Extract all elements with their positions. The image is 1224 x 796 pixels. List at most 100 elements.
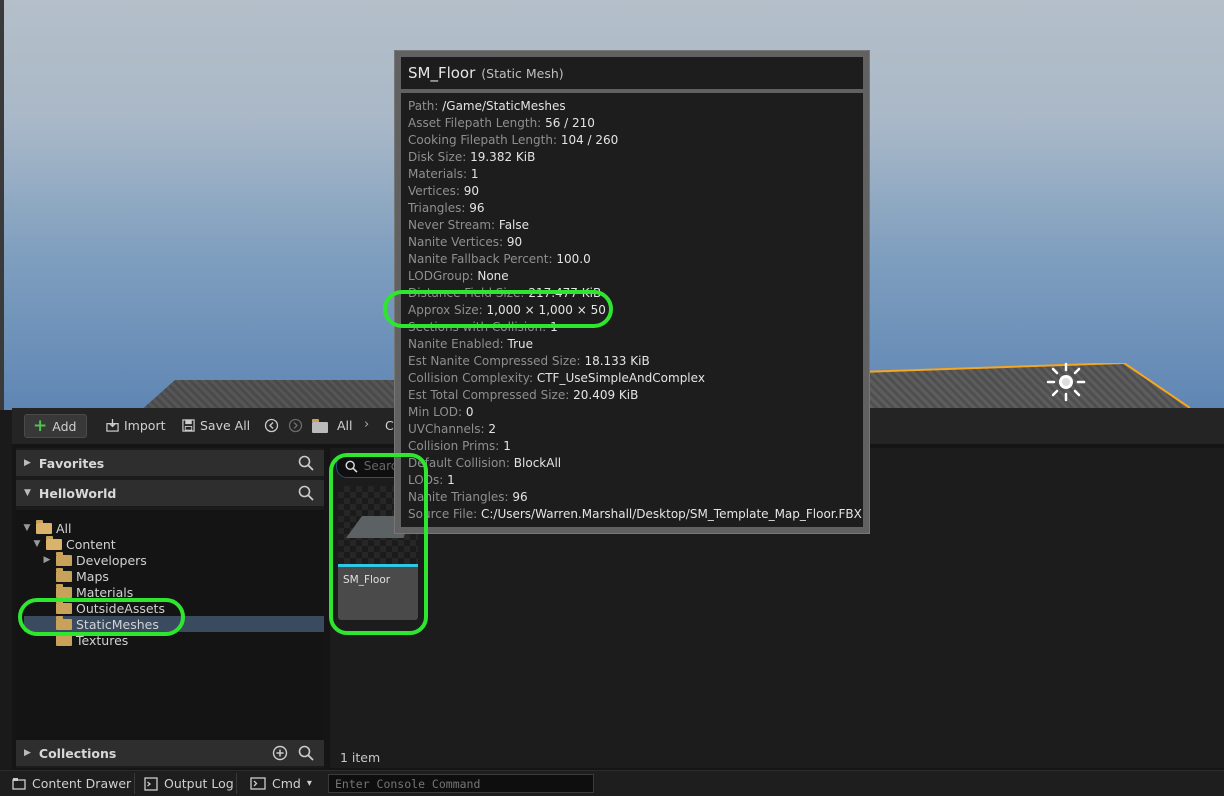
property-key: Default Collision: [408,456,510,470]
breadcrumb-content[interactable]: C [385,414,394,436]
history-back-icon[interactable] [264,418,279,433]
search-icon[interactable] [298,745,314,761]
expand-arrow-icon: ▶ [24,458,31,468]
folder-icon [56,599,72,614]
property-key: Approx Size: [408,303,483,317]
tree-item-label: Developers [76,552,147,568]
collections-label: Collections [38,745,117,761]
property-value: CTF_UseSimpleAndComplex [536,371,705,385]
asset-type-color-bar [338,564,418,567]
history-forward-icon[interactable] [288,418,303,433]
asset-tooltip: SM_Floor (Static Mesh) Path: /Game/Stati… [394,50,870,534]
content-drawer-button[interactable]: Content Drawer [12,771,131,796]
folder-icon [56,631,72,646]
save-all-button[interactable]: Save All [182,414,250,436]
output-log-button[interactable]: Output Log [144,771,234,796]
tooltip-property-row: Nanite Vertices: 90 [408,235,522,252]
search-icon[interactable] [298,455,314,471]
folder-icon [56,567,72,582]
property-value: 18.133 KiB [584,354,650,368]
tooltip-property-row: Min LOD: 0 [408,405,474,422]
property-key: LODGroup: [408,269,474,283]
tree-item-label: Maps [76,568,109,584]
property-value: 19.382 KiB [470,150,536,164]
viewport-edge [0,0,4,410]
light-source-icon[interactable] [1046,362,1086,402]
expand-arrow-icon: ▶ [43,555,51,565]
add-label: Add [52,418,77,434]
property-value: 2 [488,422,497,436]
tree-item-textures[interactable]: Textures [42,631,129,648]
tree-item-staticmeshes[interactable]: StaticMeshes [42,615,159,632]
tree-item-outsideassets[interactable]: OutsideAssets [42,599,165,616]
favorites-header[interactable]: ▶ Favorites [16,450,324,476]
tooltip-property-row: Nanite Fallback Percent: 100.0 [408,252,591,269]
add-button[interactable]: + Add [24,414,88,438]
tooltip-property-row: Disk Size: 19.382 KiB [408,150,535,167]
property-key: Est Total Compressed Size: [408,388,570,402]
property-value: None [477,269,509,283]
tree-item-content[interactable]: ▼ Content [32,535,116,552]
import-button[interactable]: Import [106,414,166,436]
tree-item-label: Textures [76,632,129,648]
search-icon[interactable] [298,485,314,501]
tree-item-developers[interactable]: ▶ Developers [42,551,147,568]
property-key: Min LOD: [408,405,463,419]
property-key: Sections with Collision: [408,320,547,334]
import-label: Import [124,417,166,433]
folder-open-icon [46,535,62,550]
property-key: Collision Prims: [408,439,500,453]
save-all-label: Save All [200,417,251,433]
tooltip-property-row: Source File: C:/Users/Warren.Marshall/De… [408,507,862,524]
tooltip-property-row: Est Total Compressed Size: 20.409 KiB [408,388,638,405]
item-count: 1 item [340,750,381,765]
property-key: Vertices: [408,184,460,198]
property-value: 1 [447,473,455,487]
tree-item-all[interactable]: ▼ All [22,519,72,536]
tooltip-property-row: Path: /Game/StaticMeshes [408,99,566,116]
folder-icon [56,551,72,566]
tree-item-maps[interactable]: Maps [42,567,109,584]
breadcrumb-all[interactable]: All [337,414,353,436]
property-value: C:/Users/Warren.Marshall/Desktop/SM_Temp… [480,507,862,521]
property-key: LODs: [408,473,444,487]
breadcrumb-separator-icon: › [364,417,370,432]
content-drawer-icon [12,777,26,790]
property-value: 217.477 KiB [528,286,602,300]
project-header[interactable]: ▼ HelloWorld [16,480,324,506]
property-key: UVChannels: [408,422,485,436]
tooltip-title: SM_Floor [408,64,476,82]
floor-mesh-selected[interactable] [860,363,1190,410]
tooltip-property-row: Vertices: 90 [408,184,479,201]
folder-tree: ▼ All ▼ Content ▶ Developers Maps Materi… [16,510,324,742]
property-value: False [498,218,530,232]
property-value: 96 [469,201,485,215]
plus-icon: + [33,415,48,436]
collections-header[interactable]: ▶ Collections [16,740,324,766]
property-value: 96 [512,490,528,504]
console-command-input[interactable] [328,774,594,793]
separator [134,773,135,794]
property-value: BlockAll [513,456,562,470]
tooltip-property-row: Collision Complexity: CTF_UseSimpleAndCo… [408,371,705,388]
tooltip-property-row: Distance Field Size: 217.477 KiB [408,286,601,303]
property-key: Distance Field Size: [408,286,525,300]
tree-item-label: Materials [76,584,134,600]
tree-item-label: StaticMeshes [76,616,159,632]
tooltip-property-row: LODs: 1 [408,473,455,490]
tooltip-asset-type: (Static Mesh) [481,65,564,81]
asset-name: SM_Floor [343,574,391,586]
content-drawer-label: Content Drawer [32,776,132,791]
chevron-down-icon: ▾ [306,778,312,789]
property-key: Collision Complexity: [408,371,534,385]
tooltip-property-row: Nanite Enabled: True [408,337,533,354]
property-key: Materials: [408,167,468,181]
property-key: Cooking Filepath Length: [408,133,557,147]
property-key: Path: [408,99,439,113]
cmd-dropdown[interactable]: Cmd ▾ [250,771,312,796]
tooltip-property-row: Never Stream: False [408,218,529,235]
floor-mesh-left[interactable] [130,380,430,410]
add-circle-icon[interactable] [272,745,288,761]
tree-item-materials[interactable]: Materials [42,583,134,600]
folder-icon [312,419,328,433]
